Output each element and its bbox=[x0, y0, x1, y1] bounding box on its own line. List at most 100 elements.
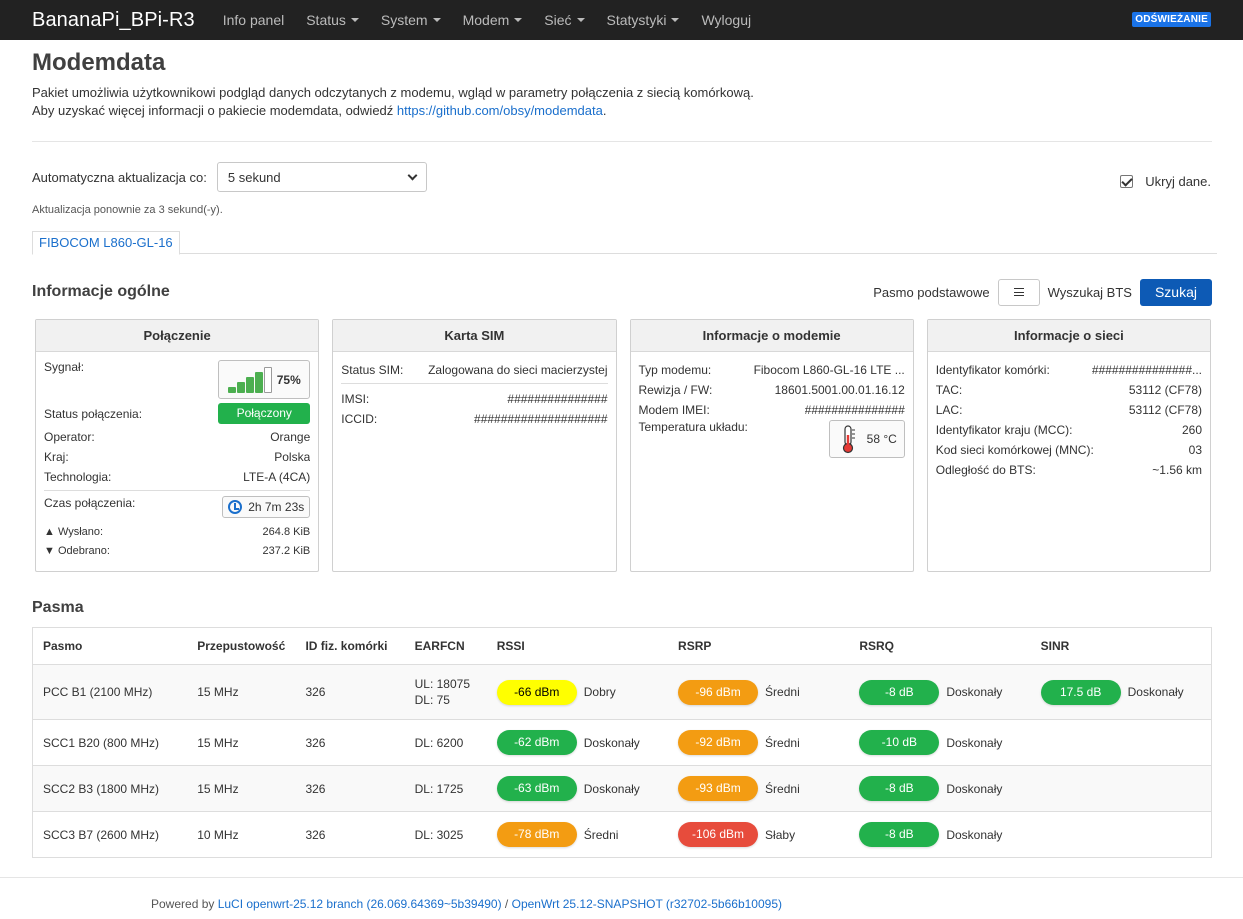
luci-link[interactable]: LuCI openwrt-25.12 branch (26.069.64369~… bbox=[218, 897, 502, 911]
hide-data-toggle[interactable]: Ukryj dane. bbox=[1120, 174, 1211, 189]
rsrp-value-pill: -93 dBm bbox=[678, 776, 759, 801]
nav-item-3[interactable]: Modem bbox=[463, 12, 523, 28]
network-card: Informacje o sieci Identyfikator komórki… bbox=[926, 319, 1211, 572]
band-cell: SCC2 B3 (1800 MHz) bbox=[33, 765, 188, 812]
footer-prefix: Powered by bbox=[151, 897, 218, 911]
modemdata-github-link[interactable]: https://github.com/obsy/modemdata bbox=[397, 103, 603, 118]
sinr-quality-label: Doskonały bbox=[1127, 685, 1184, 699]
modem-type-value: Fibocom L860-GL-16 LTE ... bbox=[753, 363, 905, 377]
operator-label: Operator: bbox=[44, 430, 95, 444]
rsrq-quality-label: Doskonały bbox=[946, 781, 1003, 796]
operator-value: Orange bbox=[270, 430, 311, 444]
rsrq-value-pill: -8 dB bbox=[859, 822, 940, 847]
nav-item-1[interactable]: Status bbox=[306, 12, 359, 28]
nav-item-2[interactable]: System bbox=[381, 12, 441, 28]
earfcn-cell: DL: 3025 bbox=[404, 811, 487, 858]
column-header[interactable]: RSRQ bbox=[849, 627, 1031, 665]
earfcn-dl: DL: 6200 bbox=[414, 735, 464, 750]
tab-fibocom[interactable]: FIBOCOM L860-GL-16 bbox=[32, 231, 180, 255]
rssi-value-pill: -63 dBm bbox=[496, 776, 577, 801]
tac-value: 53112 (CF78) bbox=[1128, 383, 1202, 397]
nav-item-4[interactable]: Sieć bbox=[544, 12, 585, 28]
openwrt-link[interactable]: OpenWrt 25.12-SNAPSHOT (r32702-5b66b1009… bbox=[512, 897, 782, 911]
rsrp-cell: -92 dBm Średni bbox=[668, 719, 850, 766]
sinr-value-pill: 17.5 dB bbox=[1040, 679, 1121, 705]
auto-update-value: 5 sekund bbox=[227, 169, 281, 185]
caret-down-icon bbox=[432, 18, 441, 22]
technology-label: Technologia: bbox=[44, 470, 112, 484]
lac-value: 53112 (CF78) bbox=[1128, 403, 1202, 417]
column-header[interactable]: Przepustowość bbox=[187, 627, 296, 665]
base-band-label: Pasmo podstawowe bbox=[873, 284, 990, 300]
bts-distance-value: ~1.56 km bbox=[1152, 463, 1202, 477]
nav-item-6[interactable]: Wyloguj bbox=[701, 12, 751, 28]
page-title: Modemdata bbox=[32, 49, 166, 76]
received-value: 237.2 KiB bbox=[262, 544, 311, 557]
rsrp-metric: -96 dBm Średni bbox=[678, 679, 839, 705]
earfcn-cell: UL: 18075 DL: 75 bbox=[404, 664, 487, 720]
signal-bar bbox=[245, 376, 254, 393]
mcc-value: 260 bbox=[1181, 423, 1202, 437]
connection-status-badge: Połączony bbox=[218, 403, 311, 424]
hide-data-checkbox[interactable] bbox=[1120, 175, 1134, 188]
bands-title: Pasma bbox=[32, 599, 84, 616]
column-header[interactable]: RSRP bbox=[668, 627, 850, 665]
general-info-title: Informacje ogólne bbox=[32, 283, 170, 300]
bw-cell: 15 MHz bbox=[187, 664, 296, 720]
nav-item-5[interactable]: Statystyki bbox=[607, 12, 680, 28]
band-cell: PCC B1 (2100 MHz) bbox=[33, 664, 188, 720]
bts-tools: Pasmo podstawowe Wyszukaj BTS Szukaj bbox=[873, 278, 1212, 306]
iccid-label: ICCID: bbox=[341, 412, 378, 426]
rsrp-quality-label: Średni bbox=[765, 781, 800, 796]
lac-label: LAC: bbox=[935, 403, 963, 417]
auto-update-row: Automatyczna aktualizacja co: 5 sekund bbox=[32, 162, 1211, 192]
rssi-cell: -66 dBm Dobry bbox=[486, 664, 669, 720]
column-header[interactable]: ID fiz. komórki bbox=[295, 627, 405, 665]
thermometer-icon bbox=[842, 425, 855, 454]
band-cell: SCC3 B7 (2600 MHz) bbox=[33, 811, 188, 858]
temperature-label: Temperatura układu: bbox=[638, 420, 748, 434]
signal-indicator: 75% bbox=[218, 360, 311, 399]
rssi-metric: -62 dBm Doskonały bbox=[496, 730, 658, 755]
top-navbar: BananaPi_BPi-R3 Info panel Status System Mo… bbox=[0, 0, 1243, 40]
rsrp-quality-label: Słaby bbox=[765, 827, 796, 842]
bw-cell: 10 MHz bbox=[187, 811, 296, 858]
description-line-2: Aby uzyskać więcej informacji o pakiecie… bbox=[32, 102, 1211, 120]
bw-cell: 15 MHz bbox=[187, 719, 296, 766]
signal-bar bbox=[236, 381, 245, 393]
brand-title[interactable]: BananaPi_BPi-R3 bbox=[32, 9, 195, 32]
description-line-1: Pakiet umożliwia użytkownikowi podgląd d… bbox=[32, 85, 754, 100]
band-cell: SCC1 B20 (800 MHz) bbox=[33, 719, 188, 766]
rssi-quality-label: Doskonały bbox=[583, 735, 640, 750]
nav-item-0[interactable]: Info panel bbox=[223, 12, 285, 28]
auto-update-select[interactable]: 5 sekund bbox=[216, 162, 427, 192]
column-header[interactable]: EARFCN bbox=[404, 627, 487, 665]
sinr-cell bbox=[1030, 719, 1211, 766]
caret-down-icon bbox=[671, 18, 680, 22]
modem-type-label: Typ modemu: bbox=[638, 363, 712, 377]
rsrq-cell: -8 dB Doskonały bbox=[849, 664, 1031, 720]
pci-cell: 326 bbox=[295, 765, 405, 812]
rsrq-metric: -10 dB Doskonały bbox=[859, 730, 1020, 755]
column-header[interactable]: SINR bbox=[1030, 627, 1211, 665]
refresh-badge[interactable]: ODŚWIEŻANIE bbox=[1132, 12, 1211, 27]
earfcn-cell: DL: 1725 bbox=[404, 765, 487, 812]
update-countdown: Aktualizacja ponownie za 3 sekund(-y). bbox=[32, 204, 223, 216]
bands-table-wrapper: Pasmo Przepustowość ID fiz. komórki EARFCN R… bbox=[32, 627, 1212, 858]
country-value: Polska bbox=[274, 450, 311, 464]
rsrp-cell: -96 dBm Średni bbox=[668, 664, 850, 720]
search-bts-button[interactable]: Szukaj bbox=[1139, 278, 1212, 306]
auto-update-label: Automatyczna aktualizacja co: bbox=[32, 169, 207, 185]
firmware-value: 18601.5001.00.01.16.12 bbox=[774, 383, 905, 397]
signal-percent: 75% bbox=[276, 372, 301, 387]
nav-item-label: Wyloguj bbox=[701, 12, 752, 28]
signal-bar bbox=[227, 386, 236, 393]
column-header[interactable]: RSSI bbox=[486, 627, 669, 665]
earfcn-dl: DL: 3025 bbox=[414, 827, 464, 842]
mcc-label: Identyfikator kraju (MCC): bbox=[935, 423, 1073, 437]
rssi-cell: -78 dBm Średni bbox=[486, 811, 669, 858]
sim-card: Karta SIM Status SIM: Zalogowana do sieci… bbox=[332, 319, 617, 572]
column-header[interactable]: Pasmo bbox=[33, 627, 188, 665]
base-band-menu-button[interactable] bbox=[997, 278, 1040, 306]
clock-icon bbox=[228, 500, 243, 514]
